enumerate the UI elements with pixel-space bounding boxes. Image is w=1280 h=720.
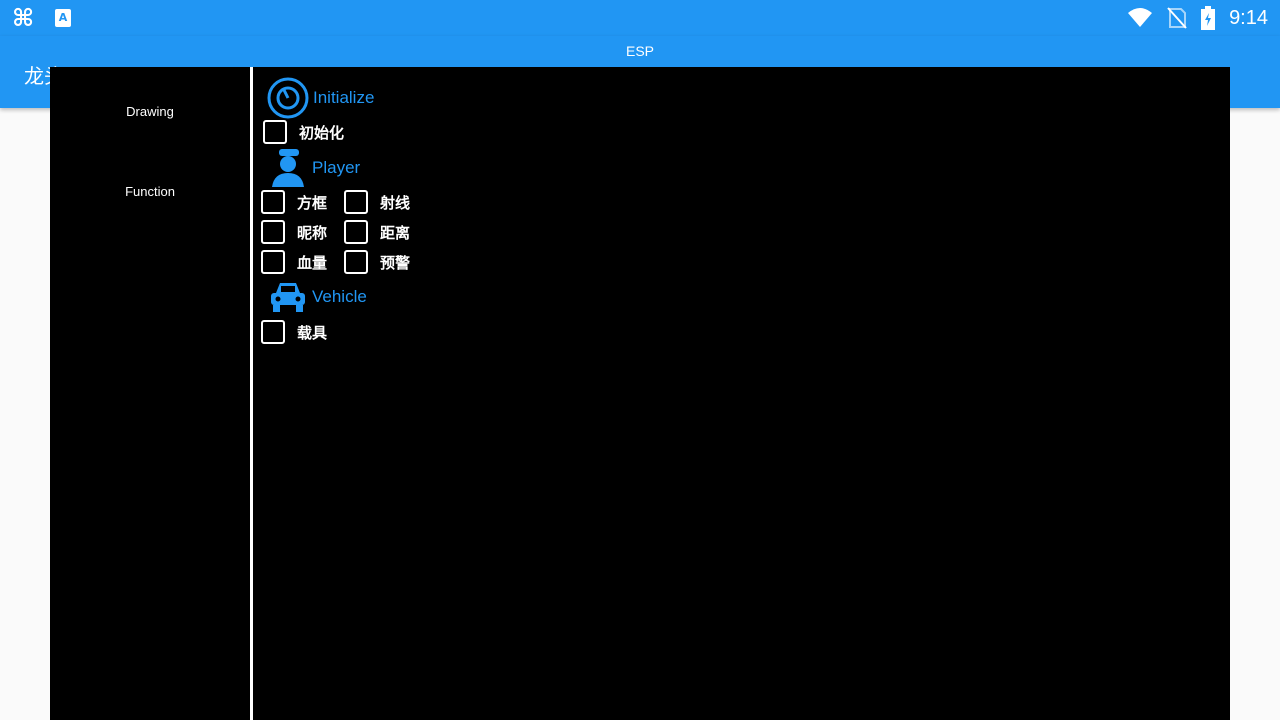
sidebar-item-drawing[interactable]: Drawing — [50, 104, 250, 119]
checkbox[interactable] — [344, 250, 368, 274]
no-sim-icon — [1167, 7, 1187, 29]
content-area: Initialize 初始化 Player 方框 射线 昵称 距离 血量 预警 … — [253, 67, 1230, 720]
checkbox[interactable] — [263, 120, 287, 144]
power-timer-icon — [267, 77, 309, 119]
window-title: ESP — [625, 43, 654, 59]
section-title-player: Player — [312, 158, 361, 177]
checkbox[interactable] — [261, 190, 285, 214]
checkbox[interactable] — [344, 190, 368, 214]
option-label: 昵称 — [297, 223, 328, 242]
checkbox[interactable] — [344, 220, 368, 244]
wifi-icon — [1128, 8, 1153, 27]
sidebar-item-function[interactable]: Function — [50, 184, 250, 199]
option-box[interactable]: 方框 — [261, 190, 327, 214]
checkbox[interactable] — [261, 320, 285, 344]
section-vehicle-header: Vehicle — [269, 279, 367, 315]
battery-icon — [1201, 6, 1216, 30]
option-label: 距离 — [380, 223, 411, 242]
section-initialize-header: Initialize — [267, 77, 374, 119]
option-label: 载具 — [297, 323, 328, 342]
section-title-initialize: Initialize — [313, 88, 375, 107]
option-label: 射线 — [380, 193, 411, 212]
option-label: 预警 — [380, 253, 411, 272]
section-title-vehicle: Vehicle — [312, 287, 367, 306]
option-vehicle[interactable]: 载具 — [261, 320, 327, 344]
option-label: 方框 — [297, 193, 328, 212]
option-label: 初始化 — [299, 123, 345, 142]
option-distance[interactable]: 距离 — [344, 220, 410, 244]
option-label: 血量 — [297, 253, 328, 272]
option-health[interactable]: 血量 — [261, 250, 327, 274]
section-player-header: Player — [269, 147, 360, 189]
option-ray[interactable]: 射线 — [344, 190, 410, 214]
person-icon — [272, 149, 304, 187]
car-icon — [271, 283, 305, 312]
esp-panel: Drawing Function Initialize 初始化 Player 方… — [50, 67, 1230, 720]
text-app-icon — [55, 9, 71, 27]
status-bar: ⌘ 9:14 — [0, 0, 1280, 36]
app-notification-icon: ⌘ — [12, 4, 35, 32]
checkbox[interactable] — [261, 220, 285, 244]
sidebar: Drawing Function — [50, 67, 250, 720]
clock: 9:14 — [1229, 6, 1268, 29]
checkbox[interactable] — [261, 250, 285, 274]
option-init[interactable]: 初始化 — [263, 120, 344, 144]
option-nickname[interactable]: 昵称 — [261, 220, 327, 244]
option-warning[interactable]: 预警 — [344, 250, 410, 274]
